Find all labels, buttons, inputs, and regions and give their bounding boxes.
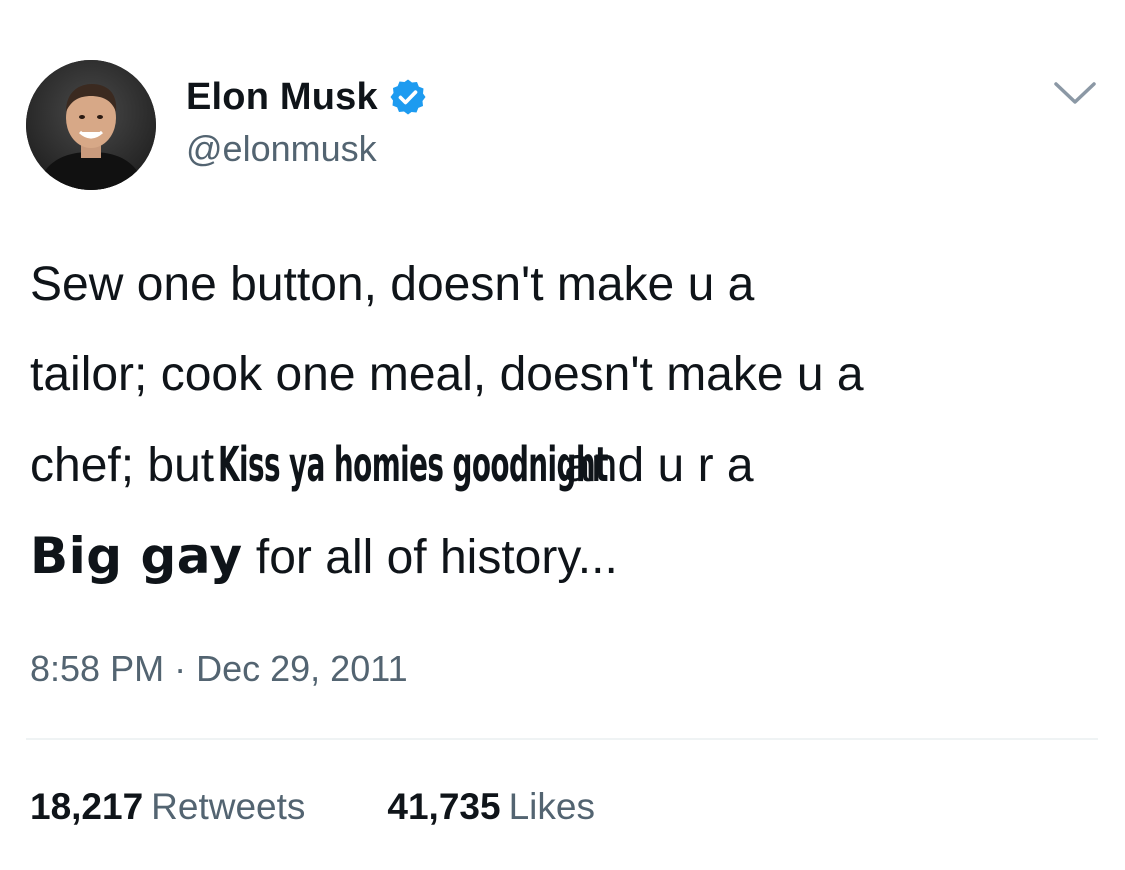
- display-name-row: Elon Musk: [186, 72, 428, 122]
- tweet-timestamp[interactable]: 8:58 PM · Dec 29, 2011: [30, 648, 408, 690]
- likes-count: 41,735: [387, 786, 501, 827]
- likes-stat[interactable]: 41,735 Likes: [387, 786, 595, 828]
- chevron-down-icon[interactable]: [1050, 78, 1100, 110]
- retweets-count: 18,217: [30, 786, 144, 827]
- verified-badge-icon: [388, 77, 428, 117]
- tweet-line-1: Sew one button, doesn't make u a: [30, 258, 755, 311]
- tweet-stats: 18,217 Retweets 41,735 Likes: [30, 786, 595, 828]
- likes-label: Likes: [508, 786, 595, 827]
- display-name[interactable]: Elon Musk: [186, 76, 378, 119]
- tweet-line-2: tailor; cook one meal, doesn't make u a: [30, 348, 864, 401]
- profile-photo-icon: [26, 60, 156, 190]
- retweets-stat[interactable]: 18,217 Retweets: [30, 786, 305, 828]
- avatar[interactable]: [26, 60, 156, 190]
- timestamp-separator: ·: [174, 648, 187, 689]
- retweets-label: Retweets: [151, 786, 306, 827]
- tweet-line-4: Big gay for all of history...: [30, 511, 1110, 603]
- tweet-text: Sew one button, doesn't make u a tailor;…: [30, 240, 1110, 603]
- tweet-line-3: chef; butKiss ya homies goodnightand u r…: [30, 420, 1110, 511]
- overlay-bold-text: Big gay: [30, 527, 243, 585]
- timestamp-date: Dec 29, 2011: [196, 648, 408, 689]
- divider: [26, 738, 1098, 740]
- tweet-card: Elon Musk @elonmusk Sew one button, does…: [0, 0, 1125, 870]
- overlay-text: Kiss ya homies goodnight: [218, 437, 608, 493]
- tweet-line-4-rest: for all of history...: [255, 531, 618, 584]
- tweet-line-3-pre: chef; but: [30, 439, 215, 492]
- timestamp-time: 8:58 PM: [30, 648, 165, 689]
- user-handle[interactable]: @elonmusk: [186, 128, 377, 170]
